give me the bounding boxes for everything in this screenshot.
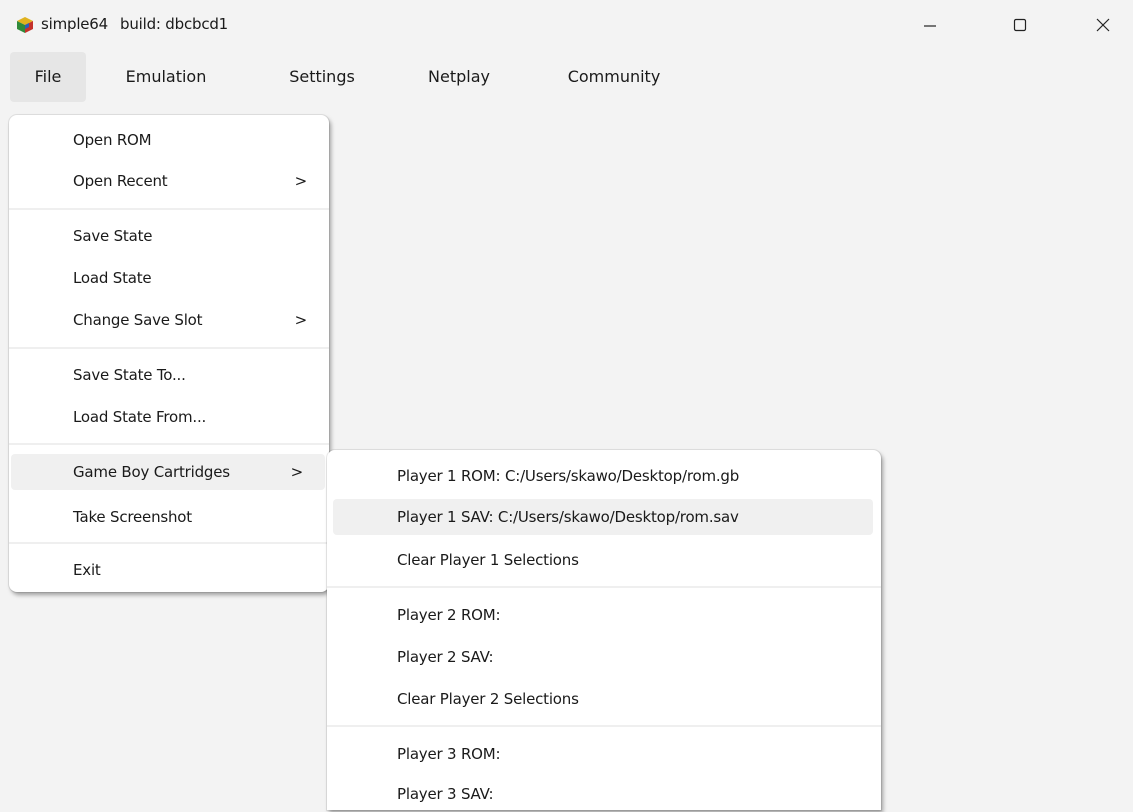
minimize-button[interactable] — [907, 0, 953, 50]
menu-item-clear-player2[interactable]: Clear Player 2 Selections — [327, 681, 881, 717]
menu-separator — [9, 443, 329, 445]
close-icon — [1096, 18, 1110, 32]
menu-item-change-save-slot[interactable]: Change Save Slot > — [9, 302, 329, 338]
menu-netplay[interactable]: Netplay — [408, 52, 510, 102]
menu-file[interactable]: File — [10, 52, 86, 102]
menu-item-clear-player1[interactable]: Clear Player 1 Selections — [327, 542, 881, 578]
build-label: build: dbcbcd1 — [120, 15, 229, 33]
menu-item-open-recent[interactable]: Open Recent > — [9, 163, 329, 199]
menu-item-player2-sav[interactable]: Player 2 SAV: — [327, 639, 881, 675]
menu-item-take-screenshot[interactable]: Take Screenshot — [9, 499, 329, 535]
title-bar: simple64 build: dbcbcd1 — [0, 0, 1133, 50]
chevron-right-icon: > — [290, 463, 304, 481]
chevron-right-icon: > — [294, 172, 308, 190]
minimize-icon — [924, 25, 936, 27]
menu-item-player1-rom[interactable]: Player 1 ROM: C:/Users/skawo/Desktop/rom… — [327, 458, 881, 494]
menu-community[interactable]: Community — [540, 52, 688, 102]
menu-bar: File Emulation Settings Netplay Communit… — [0, 52, 1133, 102]
menu-separator — [9, 208, 329, 210]
chevron-right-icon: > — [294, 311, 308, 329]
window-title: simple64 build: dbcbcd1 — [41, 15, 228, 33]
file-menu: Open ROM Open Recent > Save State Load S… — [9, 115, 329, 592]
menu-separator — [327, 586, 881, 588]
app-name: simple64 — [41, 15, 108, 33]
menu-item-save-state-to[interactable]: Save State To... — [9, 357, 329, 393]
menu-item-game-boy-cartridges[interactable]: Game Boy Cartridges > — [11, 454, 325, 490]
menu-separator — [327, 725, 881, 727]
menu-item-exit[interactable]: Exit — [9, 552, 329, 588]
menu-settings[interactable]: Settings — [270, 52, 374, 102]
menu-item-player3-sav[interactable]: Player 3 SAV: — [327, 776, 881, 812]
maximize-button[interactable] — [997, 0, 1043, 50]
menu-emulation[interactable]: Emulation — [104, 52, 228, 102]
maximize-icon — [1013, 18, 1027, 32]
menu-item-player3-rom[interactable]: Player 3 ROM: — [327, 736, 881, 772]
menu-separator — [9, 347, 329, 349]
menu-item-player2-rom[interactable]: Player 2 ROM: — [327, 597, 881, 633]
menu-item-player1-sav[interactable]: Player 1 SAV: C:/Users/skawo/Desktop/rom… — [333, 499, 873, 535]
menu-item-load-state-from[interactable]: Load State From... — [9, 399, 329, 435]
menu-item-load-state[interactable]: Load State — [9, 260, 329, 296]
cube-logo-icon — [17, 17, 33, 33]
menu-separator — [9, 542, 329, 544]
menu-item-open-rom[interactable]: Open ROM — [9, 122, 329, 158]
menu-item-save-state[interactable]: Save State — [9, 218, 329, 254]
game-boy-cartridges-submenu: Player 1 ROM: C:/Users/skawo/Desktop/rom… — [327, 450, 881, 810]
close-button[interactable] — [1080, 0, 1126, 50]
